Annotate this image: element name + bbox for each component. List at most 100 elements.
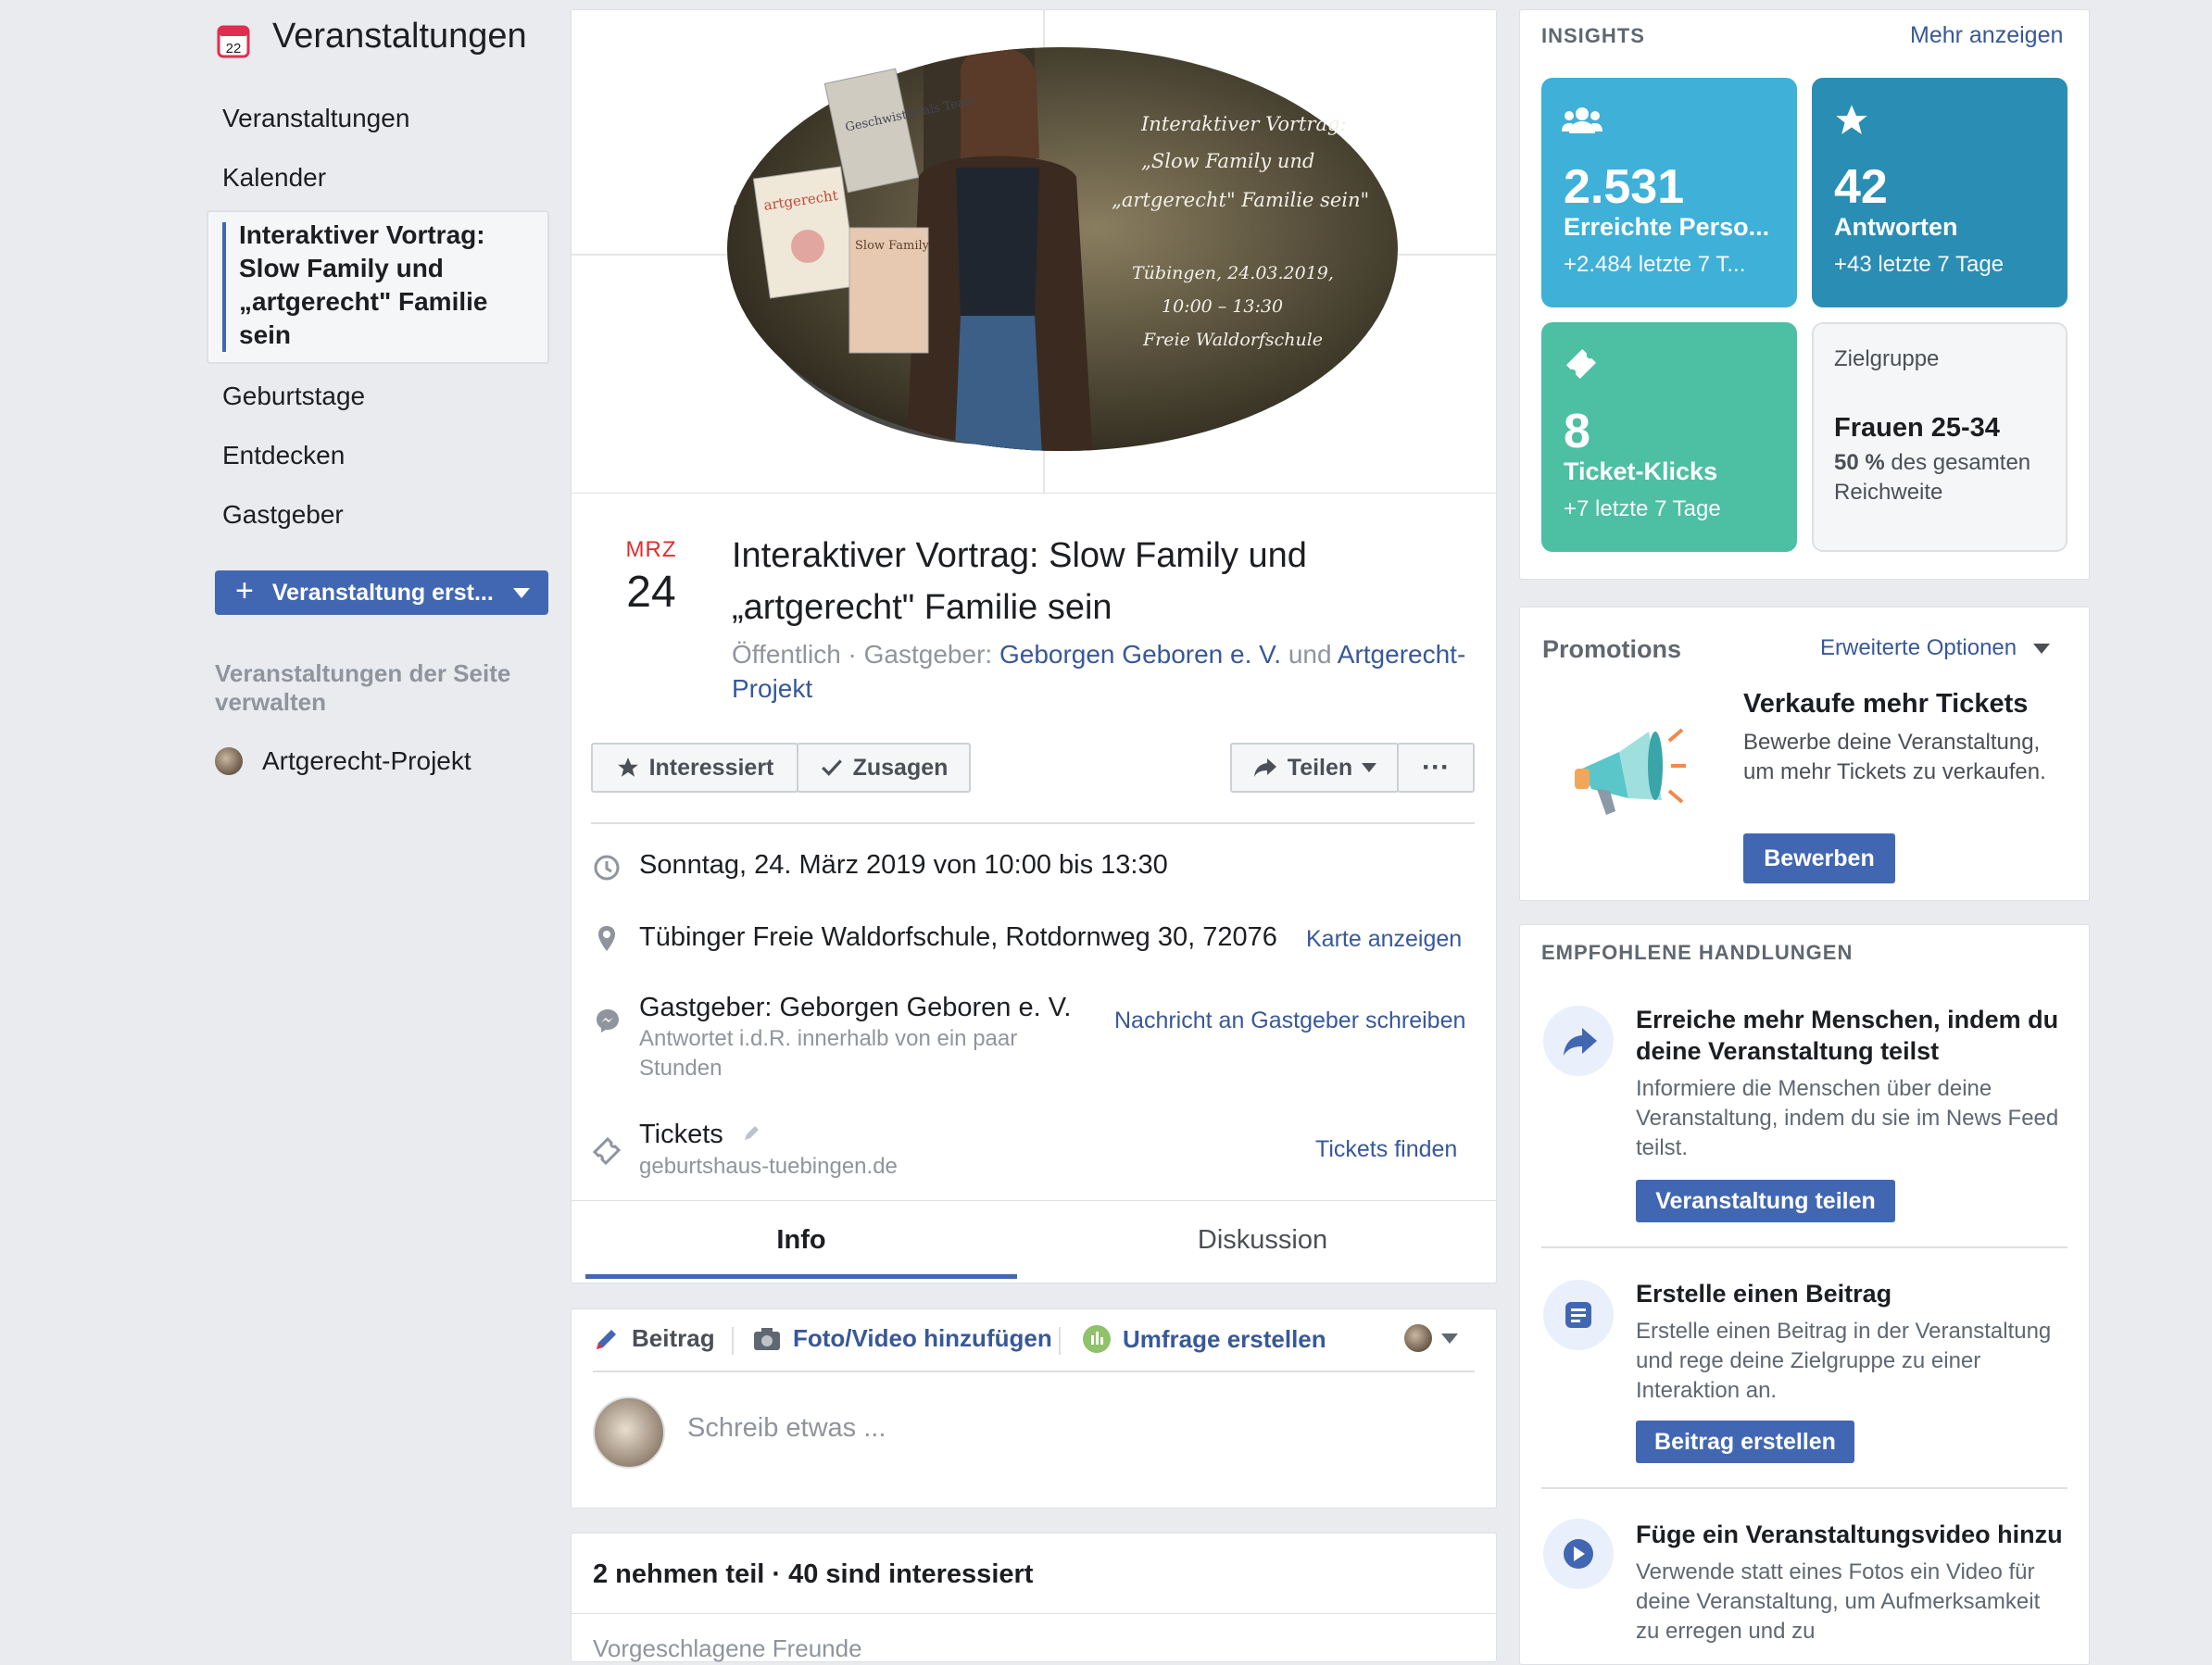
- audience-tile[interactable]: Zielgruppe Frauen 25-34 50 % des gesamte…: [1812, 322, 2067, 552]
- active-indicator: [222, 222, 226, 352]
- photo-video-label: Foto/Video hinzufügen: [793, 1324, 1052, 1352]
- going-button[interactable]: Zusagen: [797, 743, 971, 793]
- photo-video-tab[interactable]: Foto/Video hinzufügen: [752, 1324, 1052, 1353]
- going-label: Zusagen: [852, 754, 949, 781]
- find-tickets-link[interactable]: Tickets finden: [1315, 1136, 1457, 1163]
- megaphone-icon: [1575, 728, 1686, 815]
- event-visibility: Öffentlich · Gastgeber:: [732, 640, 993, 669]
- create-event-button[interactable]: + Veranstaltung erst...: [215, 570, 548, 615]
- plus-icon: +: [235, 572, 254, 608]
- star-icon: [617, 757, 638, 777]
- divider: [591, 822, 1475, 824]
- manage-section-heading: Veranstaltungen der Seite verwalten: [215, 659, 511, 716]
- composer-avatar: [593, 1396, 665, 1469]
- suggested-friends-heading: Vorgeschlagene Freunde: [593, 1634, 862, 1662]
- reach-tile[interactable]: 2.531 Erreichte Perso... +2.484 letzte 7…: [1541, 78, 1797, 307]
- divider: [572, 1200, 1496, 1201]
- sidebar-item-gastgeber[interactable]: Gastgeber: [222, 500, 344, 530]
- ticket-icon: [1565, 348, 1597, 380]
- share-button[interactable]: Teilen: [1230, 743, 1399, 793]
- pencil-icon[interactable]: [742, 1124, 760, 1143]
- create-post-button[interactable]: Beitrag erstellen: [1636, 1421, 1854, 1463]
- sidebar-item-veranstaltungen[interactable]: Veranstaltungen: [222, 104, 409, 133]
- post-tab[interactable]: Beitrag: [593, 1324, 715, 1353]
- share-event-button[interactable]: Veranstaltung teilen: [1636, 1180, 1895, 1222]
- event-month: MRZ: [625, 537, 677, 562]
- cover-image: Geschwister als Team artgerecht Slow Fam…: [572, 10, 1496, 493]
- star-icon: [1836, 105, 1867, 134]
- poll-label: Umfrage erstellen: [1123, 1324, 1326, 1353]
- share-action-text: Informiere die Menschen über deine Veran…: [1636, 1076, 2059, 1160]
- caret-down-icon: [2033, 643, 2051, 654]
- sidebar-title: Veranstaltungen: [272, 17, 527, 56]
- divider: [1541, 1487, 2067, 1489]
- promotions-heading: Promotions: [1542, 635, 1682, 663]
- camera-icon: [754, 1327, 780, 1350]
- sidebar-item-artgerecht-projekt[interactable]: Artgerecht-Projekt: [262, 746, 471, 776]
- clock-icon: [594, 855, 620, 881]
- event-cover-photo[interactable]: Geschwister als Team artgerecht Slow Fam…: [572, 10, 1496, 494]
- tickets-title: Tickets: [639, 1120, 723, 1149]
- tickets-label: Tickets: [639, 1120, 760, 1150]
- reach-value: 2.531: [1564, 160, 1685, 214]
- audience-group: Frauen 25-34: [1834, 413, 2000, 443]
- sidebar-item-entdecken[interactable]: Entdecken: [222, 441, 345, 470]
- cover-text-place: Freie Waldorfschule: [1142, 330, 1323, 350]
- people-icon: [1562, 107, 1602, 133]
- responses-tile[interactable]: 42 Antworten +43 letzte 7 Tage: [1812, 78, 2067, 307]
- promote-button[interactable]: Bewerben: [1743, 833, 1895, 883]
- reach-delta: +2.484 letzte 7 T...: [1564, 252, 1746, 277]
- caret-down-icon: [1362, 763, 1377, 772]
- ticket-clicks-tile[interactable]: 8 Ticket-Klicks +7 letzte 7 Tage: [1541, 322, 1797, 552]
- cover-text-line3: „artgerecht" Familie sein": [1112, 189, 1369, 211]
- video-action-text: Verwende statt eines Fotos ein Video für…: [1636, 1559, 2041, 1644]
- insights-heading: INSIGHTS: [1541, 24, 1645, 47]
- tickets-url[interactable]: geburtshaus-tuebingen.de: [639, 1152, 898, 1182]
- responses-delta: +43 letzte 7 Tage: [1834, 252, 2005, 277]
- video-action-icon-wrap: [1543, 1519, 1614, 1589]
- interested-label: Interessiert: [648, 754, 774, 781]
- share-arrow-icon: [1564, 1028, 1597, 1056]
- show-map-link[interactable]: Karte anzeigen: [1306, 926, 1462, 953]
- cover-text-line2: „Slow Family und: [1141, 150, 1314, 172]
- show-more-link[interactable]: Mehr anzeigen: [1910, 22, 2063, 49]
- audience-share: 50 % des gesamten Reichweite: [1834, 448, 2056, 507]
- audience-percent: 50 %: [1834, 450, 1885, 475]
- poll-tab[interactable]: Umfrage erstellen: [1082, 1324, 1326, 1354]
- sidebar-item-kalender[interactable]: Kalender: [222, 163, 326, 193]
- event-title: Interaktiver Vortrag: Slow Family und „a…: [732, 536, 1307, 627]
- check-icon: [821, 759, 842, 776]
- event-meta: Öffentlich · Gastgeber: Geborgen Geboren…: [732, 637, 1473, 706]
- caret-down-icon[interactable]: [513, 587, 530, 598]
- ticket-icon: [592, 1136, 622, 1166]
- sidebar-item-geburtstage[interactable]: Geburtstage: [222, 382, 365, 411]
- attendance-summary[interactable]: 2 nehmen teil · 40 sind interessiert: [593, 1559, 1033, 1590]
- post-action-text: Erstelle einen Beitrag in der Veranstalt…: [1636, 1319, 2052, 1403]
- play-icon: [1564, 1539, 1593, 1569]
- more-options-button[interactable]: ···: [1397, 743, 1475, 793]
- page-avatar: [215, 747, 243, 775]
- interested-button[interactable]: Interessiert: [591, 743, 798, 793]
- audience-heading: Zielgruppe: [1834, 346, 1940, 371]
- host-link-geborgen[interactable]: Geborgen Geboren e. V.: [999, 640, 1281, 669]
- video-action-title: Füge ein Veranstaltungsvideo hinzu: [1636, 1521, 2063, 1548]
- reach-label: Erreichte Perso...: [1564, 213, 1770, 241]
- divider: [572, 1613, 1496, 1614]
- cover-text-date: Tübingen, 24.03.2019,: [1132, 263, 1334, 283]
- pencil-icon: [597, 1329, 616, 1349]
- host-name[interactable]: Gastgeber: Geborgen Geboren e. V.: [639, 993, 1071, 1023]
- event-datetime: Sonntag, 24. März 2019 von 10:00 bis 13:…: [639, 850, 1168, 880]
- message-host-link[interactable]: Nachricht an Gastgeber schreiben: [1114, 1008, 1465, 1034]
- advanced-options-label: Erweiterte Optionen: [1820, 635, 2017, 660]
- advanced-options-dropdown[interactable]: Erweiterte Optionen: [1820, 635, 2051, 661]
- event-and: und: [1288, 640, 1332, 669]
- tab-info[interactable]: Info: [585, 1202, 1017, 1278]
- ticket-clicks-label: Ticket-Klicks: [1564, 457, 1718, 485]
- caret-down-icon[interactable]: [1441, 1333, 1458, 1344]
- composer-input[interactable]: Schreib etwas ...: [687, 1413, 886, 1444]
- page-avatar[interactable]: [1404, 1324, 1432, 1352]
- ticket-clicks-value: 8: [1564, 405, 1590, 458]
- recommended-heading: EMPFOHLENE HANDLUNGEN: [1541, 941, 1854, 964]
- tab-discussion[interactable]: Diskussion: [1047, 1202, 1478, 1278]
- event-location[interactable]: Tübinger Freie Waldorfschule, Rotdornweg…: [639, 922, 1277, 953]
